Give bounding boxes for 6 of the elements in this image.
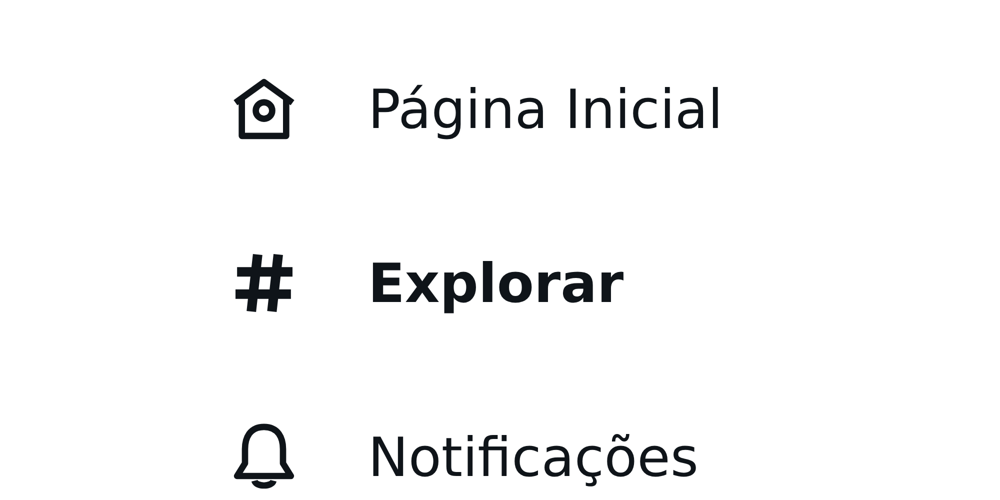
nav-label: Página Inicial <box>368 78 723 140</box>
nav-label: Explorar <box>368 252 624 314</box>
nav-item[interactable]: Página Inicial <box>226 22 723 196</box>
nav-label: Notificações <box>368 426 698 488</box>
nav-item[interactable]: Explorar <box>226 196 624 370</box>
nav-item[interactable]: Notificações <box>226 370 698 500</box>
